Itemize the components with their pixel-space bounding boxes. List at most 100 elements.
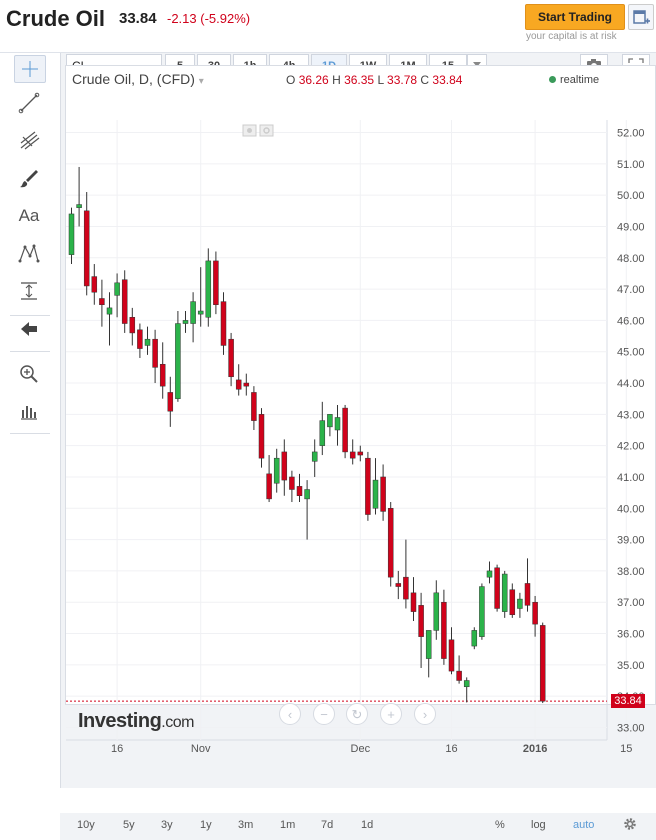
legend-controls[interactable] [242,124,276,138]
realtime-label: realtime [560,74,600,86]
reset-chart-button[interactable]: ↻ [346,703,368,725]
zoom-out-button[interactable]: − [313,703,335,725]
y-tick-label: 37.00 [617,597,645,609]
range-1m[interactable]: 1m [280,819,295,831]
range-5y[interactable]: 5y [123,819,135,831]
candle [539,622,546,704]
range-10y[interactable]: 10y [77,819,95,831]
candle-body [448,639,455,672]
price-chart-svg: 52.00 51.00 50.00 49.00 48.00 47.00 46.00 45.00… [66,120,645,755]
candle-body [327,414,333,428]
scroll-left-button[interactable]: ‹ [279,703,301,725]
candle [197,267,204,327]
candle-body [121,279,128,324]
candle-body [258,414,265,459]
candle [319,401,326,456]
candle [228,332,234,387]
range-3y[interactable]: 3y [161,819,173,831]
percent-scale-toggle[interactable]: % [495,819,505,831]
range-1d[interactable]: 1d [361,819,373,831]
candle [258,408,265,468]
plus-icon: + [387,707,395,722]
candle-body [433,592,440,631]
candle [121,270,128,333]
candle-body [106,307,113,315]
settings-icon[interactable] [259,124,274,137]
close-label: C [420,73,430,87]
candle-body [152,338,158,368]
y-tick-label: 47.00 [617,284,645,296]
candle [83,192,90,296]
candle [349,439,356,465]
candle-body [342,407,348,453]
candle-body [365,457,371,515]
candle-body [539,625,546,702]
candle [471,627,478,650]
y-tick-label: 39.00 [617,535,645,547]
candle-body [266,473,272,500]
candle-body [91,276,98,293]
candle-body [159,363,166,387]
y-tick-label: 45.00 [617,347,645,359]
candle [403,539,409,609]
y-tick-label: 44.00 [617,378,645,390]
candle [456,655,462,684]
y-tick-label: 50.00 [617,190,645,202]
y-tick-label: 35.00 [617,660,645,672]
candle-body [114,282,120,296]
chart-settings-button[interactable] [623,817,637,834]
reset-icon: ↻ [351,707,363,722]
range-3m[interactable]: 3m [238,819,253,831]
candle [327,414,333,437]
candle-body [137,329,143,349]
candle [243,373,250,396]
candle [76,166,82,227]
log-scale-toggle[interactable]: log [531,819,546,831]
candle-body [296,486,303,497]
auto-scale-toggle[interactable]: auto [573,819,594,831]
candle [486,561,493,584]
candle [425,630,432,678]
chevron-down-icon[interactable]: ▾ [199,76,204,87]
candle [410,577,417,622]
candle [167,376,174,427]
candle-body [197,310,204,315]
zoom-in-button[interactable]: + [380,703,402,725]
candle-body [463,680,470,688]
last-price-label: 33.84 [611,694,645,709]
close-value: 33.84 [432,73,463,87]
candle [106,292,113,346]
candle [532,595,538,637]
candle-body [403,576,409,600]
candle-body [395,583,402,587]
candle-body [517,598,523,609]
range-1y[interactable]: 1y [200,819,212,831]
candle-body [494,567,500,609]
candle-body [167,392,174,412]
candle [311,439,318,477]
candle-body [83,210,90,287]
chevron-left-icon: ‹ [287,707,293,722]
y-tick-label: 42.00 [617,441,645,453]
y-tick-label: 48.00 [617,253,645,265]
candle [365,451,371,521]
candle-body [273,457,280,484]
candle [418,592,424,668]
low-label: L [377,73,384,87]
candle-body [479,586,485,637]
candle [273,448,280,493]
x-tick-label: 15 [620,743,632,755]
series-legend: Crude Oil, D, (CFD) ▾ [72,71,204,87]
candle [251,386,257,430]
range-7d[interactable]: 7d [321,819,333,831]
logo-suffix: .com [161,714,194,731]
candle-body [425,630,432,659]
scroll-right-button[interactable]: › [414,703,436,725]
y-tick-label: 36.00 [617,629,645,641]
candle-body [532,601,538,625]
candle-body [471,630,478,647]
candle [289,470,295,503]
x-tick-label: 2016 [523,743,547,755]
candle-body [357,451,364,456]
candle [479,583,485,640]
